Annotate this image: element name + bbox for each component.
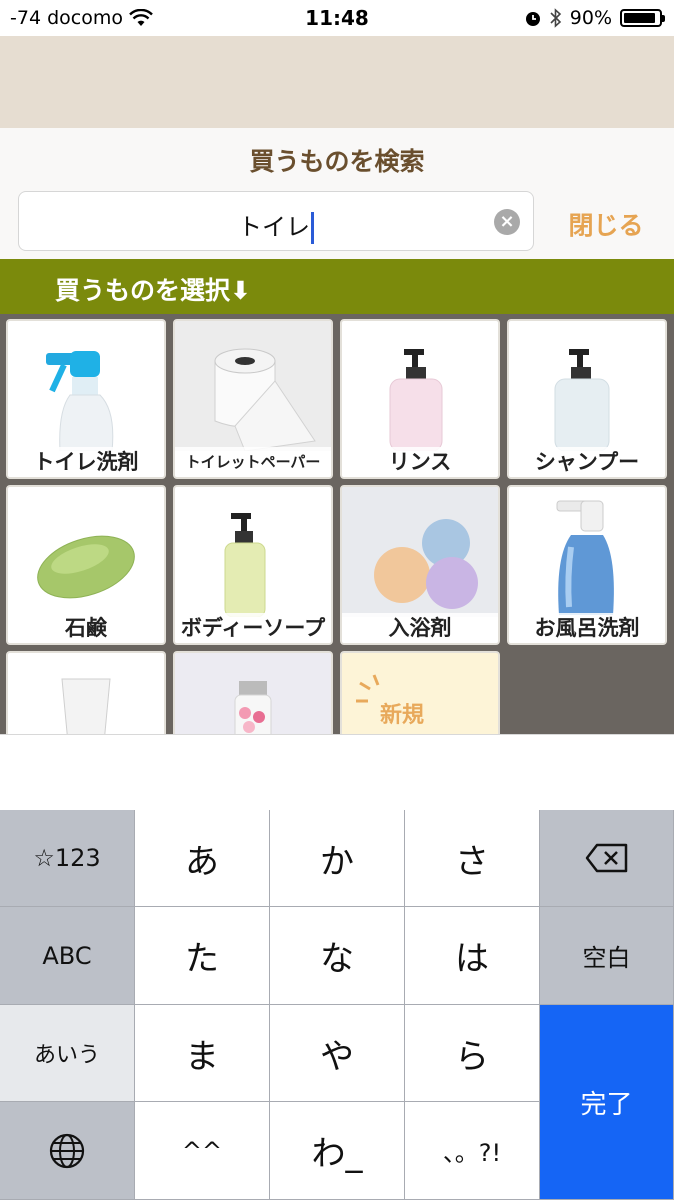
globe-icon	[49, 1133, 85, 1168]
item-body-soap[interactable]: ボディーソープ	[173, 485, 333, 645]
text-caret	[311, 212, 314, 244]
keyboard: ☆123 あ か さ ABC た な は 空白 あいう ま や ら ^^ わ_ …	[0, 810, 674, 1200]
key-sa[interactable]: さ	[405, 810, 540, 907]
clear-icon[interactable]: ×	[494, 209, 520, 235]
status-bar: -74 docomo 11:48 90%	[0, 0, 674, 36]
spray-bottle-icon	[556, 500, 614, 615]
globe-key[interactable]	[0, 1102, 135, 1200]
new-item-label: 新規	[380, 703, 425, 728]
symbols-key[interactable]: ☆123	[0, 810, 135, 907]
key-wa[interactable]: わ_	[270, 1102, 405, 1200]
item-soap[interactable]: 石鹸	[6, 485, 166, 645]
item-toilet-cleaner[interactable]: トイレ洗剤	[6, 319, 166, 479]
item-name: 石鹸	[8, 613, 164, 643]
item-name: お風呂洗剤	[509, 613, 665, 643]
ad-banner[interactable]	[0, 36, 674, 128]
kana-mode-key[interactable]: あいう	[0, 1005, 135, 1102]
abc-key[interactable]: ABC	[0, 907, 135, 1005]
item-bath-cleaner[interactable]: お風呂洗剤	[507, 485, 667, 645]
item-name: シャンプー	[509, 447, 665, 477]
soap-bar-icon	[37, 535, 135, 599]
search-panel: 買うものを検索 トイレ × 閉じる	[0, 128, 674, 259]
item-name: トイレ洗剤	[8, 447, 164, 477]
select-section-header: 買うものを選択⬇	[0, 259, 674, 314]
item-shampoo[interactable]: シャンプー	[507, 319, 667, 479]
tube-icon	[61, 678, 111, 734]
key-kaomoji[interactable]: ^^	[135, 1102, 270, 1200]
key-na[interactable]: な	[270, 907, 405, 1005]
bottle-icon	[175, 653, 331, 734]
key-ka[interactable]: か	[270, 810, 405, 907]
alarm-icon	[525, 12, 540, 26]
item-name: 入浴剤	[342, 613, 498, 643]
app-root: -74 docomo 11:48 90% 買うものを検索 トイレ × 閉じる 買…	[0, 0, 674, 1200]
key-ma[interactable]: ま	[135, 1005, 270, 1102]
key-ya[interactable]: や	[270, 1005, 405, 1102]
item-grid: トイレ洗剤 トイレットペーパー リンス シャンプー 石鹸 ボディーソープ 入浴剤…	[0, 314, 674, 734]
item-toilet-paper[interactable]: トイレットペーパー	[173, 319, 333, 479]
new-item-button[interactable]: 新規	[340, 651, 500, 734]
done-key[interactable]: 完了	[540, 1005, 674, 1200]
item-name: トイレットペーパー	[175, 447, 331, 477]
key-punctuation[interactable]: 、。?!	[405, 1102, 540, 1200]
space-key[interactable]: 空白	[540, 907, 674, 1005]
bluetooth-icon	[550, 8, 561, 28]
backspace-key[interactable]	[540, 810, 674, 907]
status-right: 90%	[524, 7, 665, 29]
item-name: リンス	[342, 447, 498, 477]
section-label: 買うものを選択⬇	[55, 276, 251, 305]
key-ra[interactable]: ら	[405, 1005, 540, 1102]
item-rinse[interactable]: リンス	[340, 319, 500, 479]
content-blank	[0, 734, 674, 810]
toilet-paper-icon	[175, 321, 331, 451]
close-button[interactable]: 閉じる	[556, 206, 656, 242]
pump-bottle-icon	[389, 349, 443, 451]
item-tube[interactable]	[6, 651, 166, 734]
spray-bottle-icon	[46, 351, 114, 451]
item-bath-salt[interactable]: 入浴剤	[340, 485, 500, 645]
backspace-icon	[585, 843, 627, 873]
search-value: トイレ	[19, 207, 533, 244]
pump-bottle-icon	[224, 513, 266, 617]
item-name: ボディーソープ	[175, 613, 331, 643]
key-ha[interactable]: は	[405, 907, 540, 1005]
search-title: 買うものを検索	[249, 147, 425, 176]
key-a[interactable]: あ	[135, 810, 270, 907]
key-ta[interactable]: た	[135, 907, 270, 1005]
pump-bottle-icon	[554, 349, 610, 451]
search-input[interactable]: トイレ ×	[18, 191, 534, 251]
battery-icon	[620, 9, 665, 27]
item-bottle[interactable]	[173, 651, 333, 734]
bath-bomb-icon	[342, 487, 498, 617]
battery-percent: 90%	[569, 7, 612, 29]
